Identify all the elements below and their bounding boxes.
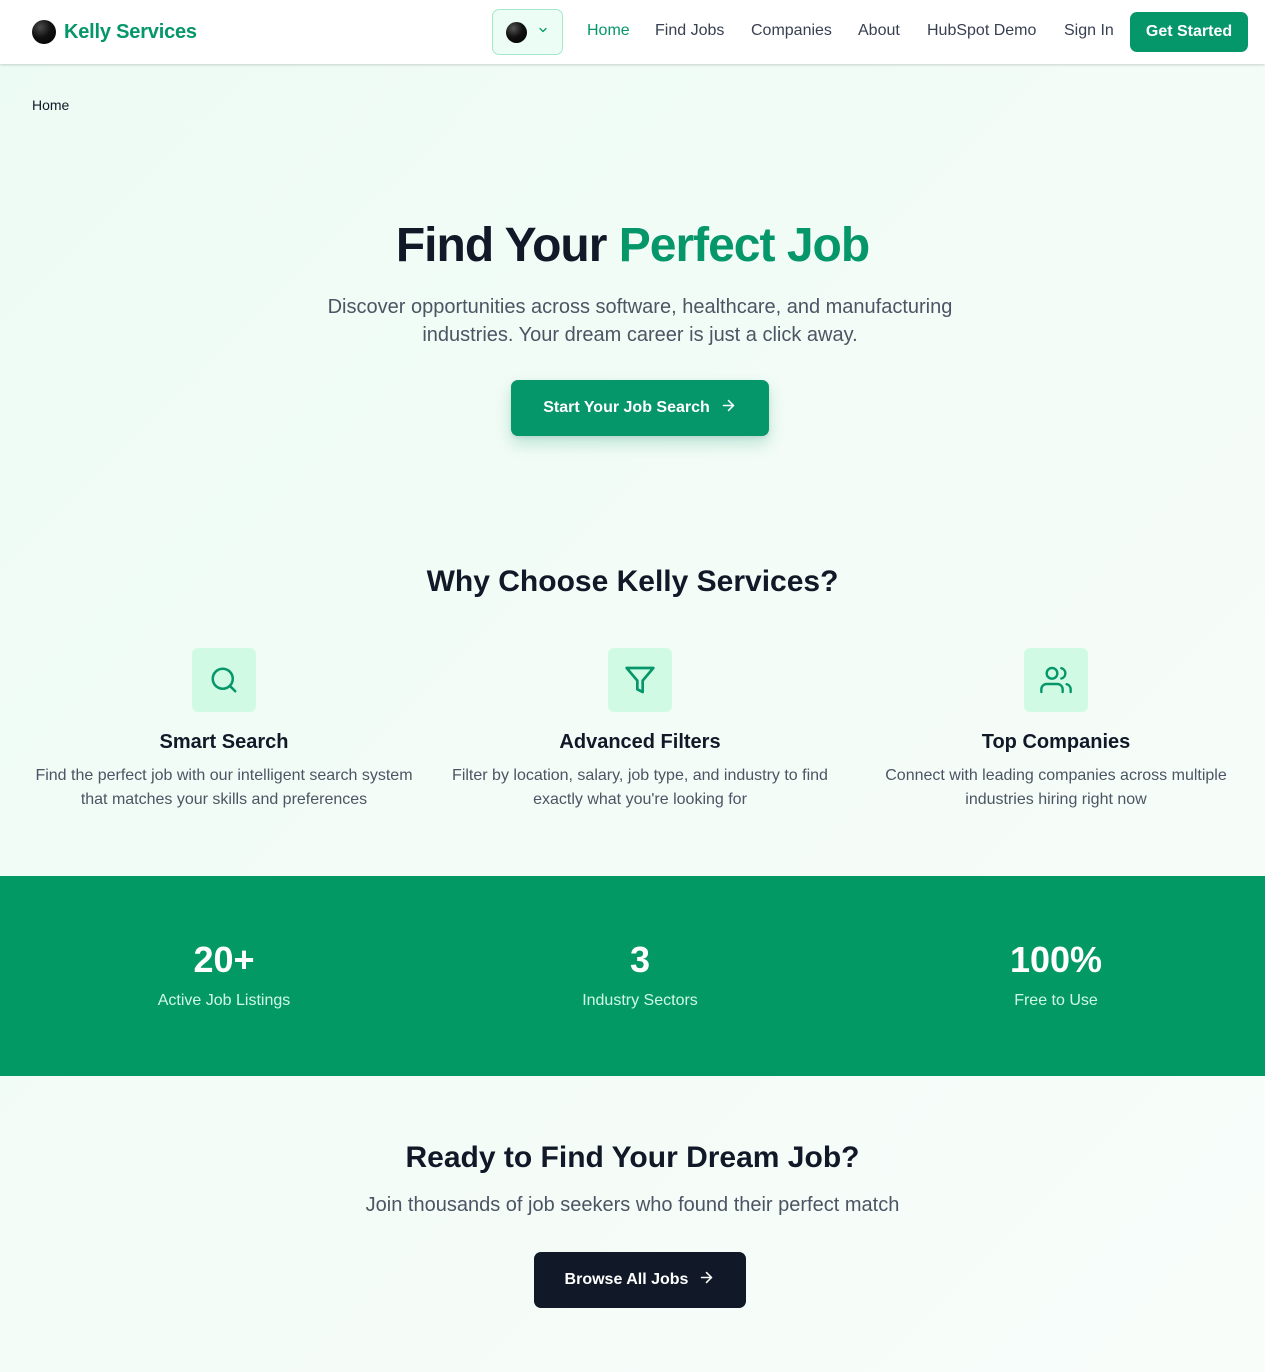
stats-band: 20+ Active Job Listings 3 Industry Secto… bbox=[0, 876, 1265, 1076]
feature-advanced-filters: Advanced Filters Filter by location, sal… bbox=[450, 648, 830, 812]
feature-description: Connect with leading companies across mu… bbox=[885, 767, 1227, 808]
nav-companies[interactable]: Companies bbox=[751, 22, 832, 40]
hero-title: Find Your Perfect Job bbox=[0, 218, 1265, 273]
users-icon bbox=[1024, 648, 1088, 712]
stat-value: 100% bbox=[1009, 939, 1103, 980]
feature-title: Top Companies bbox=[981, 731, 1131, 753]
start-job-search-button[interactable]: Start Your Job Search bbox=[511, 380, 769, 436]
stat-label: Active Job Listings bbox=[157, 992, 291, 1009]
hero-title-plain: Find Your bbox=[395, 219, 608, 272]
feature-top-companies: Top Companies Connect with leading compa… bbox=[866, 648, 1246, 812]
logo-icon bbox=[32, 20, 56, 44]
stat-label: Free to Use bbox=[1014, 992, 1098, 1009]
stat-industry-sectors: 3 Industry Sectors bbox=[490, 938, 790, 1010]
search-icon bbox=[192, 648, 256, 712]
stat-value: 3 bbox=[629, 939, 651, 980]
feature-title: Smart Search bbox=[159, 731, 289, 753]
arrow-right-icon bbox=[698, 1269, 715, 1291]
nav-find-jobs[interactable]: Find Jobs bbox=[655, 22, 724, 40]
why-choose-title: Why Choose Kelly Services? bbox=[426, 565, 839, 598]
breadcrumb[interactable]: Home bbox=[32, 97, 69, 113]
theme-switcher-button[interactable] bbox=[492, 9, 563, 55]
stat-active-listings: 20+ Active Job Listings bbox=[74, 938, 374, 1010]
browse-all-jobs-button[interactable]: Browse All Jobs bbox=[534, 1252, 746, 1308]
stat-free-to-use: 100% Free to Use bbox=[906, 938, 1206, 1010]
hero-title-accent: Perfect Job bbox=[618, 219, 870, 272]
nav-home[interactable]: Home bbox=[587, 22, 630, 40]
hero-subtitle: Discover opportunities across software, … bbox=[327, 296, 953, 346]
stat-value: 20+ bbox=[193, 939, 255, 980]
get-started-button[interactable]: Get Started bbox=[1130, 12, 1248, 52]
cta-title: Ready to Find Your Dream Job? bbox=[405, 1141, 860, 1174]
feature-title: Advanced Filters bbox=[559, 731, 721, 753]
stat-label: Industry Sectors bbox=[582, 992, 698, 1009]
theme-dot-icon bbox=[506, 21, 527, 43]
feature-smart-search: Smart Search Find the perfect job with o… bbox=[34, 648, 414, 812]
chevron-down-icon bbox=[537, 23, 549, 41]
site-header: Kelly Services Home Find Jobs Companies … bbox=[0, 0, 1265, 64]
arrow-right-icon bbox=[720, 397, 737, 419]
start-job-search-label: Start Your Job Search bbox=[543, 399, 710, 416]
nav-about[interactable]: About bbox=[858, 22, 900, 40]
filter-icon bbox=[608, 648, 672, 712]
brand-logo-link[interactable]: Kelly Services bbox=[32, 20, 197, 44]
nav-hubspot-demo[interactable]: HubSpot Demo bbox=[927, 22, 1036, 40]
feature-description: Filter by location, salary, job type, an… bbox=[452, 767, 828, 808]
browse-all-jobs-label: Browse All Jobs bbox=[564, 1271, 689, 1288]
cta-subtitle: Join thousands of job seekers who found … bbox=[365, 1194, 900, 1216]
nav-sign-in[interactable]: Sign In bbox=[1064, 22, 1114, 40]
brand-name: Kelly Services bbox=[64, 20, 197, 43]
feature-description: Find the perfect job with our intelligen… bbox=[35, 767, 413, 808]
